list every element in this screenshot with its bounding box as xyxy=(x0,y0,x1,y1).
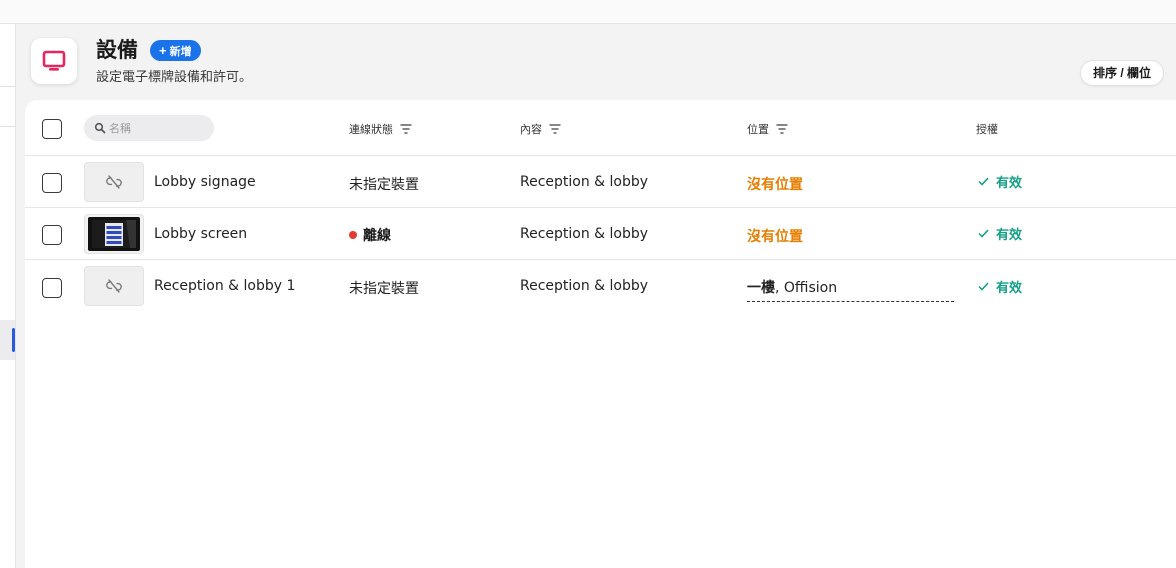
check-icon xyxy=(978,177,989,186)
license-label: 有效 xyxy=(996,281,1023,296)
location-value[interactable]: 沒有位置 xyxy=(747,174,803,194)
connection-status: 未指定裝置 xyxy=(349,177,419,193)
column-content[interactable]: 內容 xyxy=(520,121,561,137)
license-status: 有效 xyxy=(978,277,1022,296)
license-label: 有效 xyxy=(996,176,1023,191)
device-name[interactable]: Lobby signage xyxy=(154,174,256,190)
plus-icon: + xyxy=(159,43,167,58)
table-row[interactable]: Lobby signage 未指定裝置 Reception & lobby 沒有… xyxy=(25,156,1176,208)
table-row[interactable]: Lobby screen 離線 Reception & lobby 沒有位置 有… xyxy=(25,208,1176,260)
connection-status: 離線 xyxy=(349,225,391,245)
column-license: 授權 xyxy=(976,121,998,137)
connection-status-label: 離線 xyxy=(363,228,391,244)
screen-thumbnail xyxy=(84,214,144,254)
column-license-label: 授權 xyxy=(976,123,998,136)
monitor-icon xyxy=(31,38,77,84)
unlinked-icon xyxy=(84,162,144,202)
content-name[interactable]: Reception & lobby xyxy=(520,174,648,190)
column-location-label: 位置 xyxy=(747,123,769,136)
check-icon xyxy=(978,229,989,238)
sidebar-item-active[interactable] xyxy=(0,320,15,360)
row-checkbox[interactable] xyxy=(42,225,62,245)
connection-status: 未指定裝置 xyxy=(349,281,419,297)
check-icon xyxy=(978,282,989,291)
top-bar xyxy=(0,0,1176,24)
location-value[interactable]: 沒有位置 xyxy=(747,226,803,246)
location-value[interactable]: 一樓, Offision xyxy=(747,277,954,302)
row-checkbox[interactable] xyxy=(42,278,62,298)
select-all-checkbox[interactable] xyxy=(42,119,62,139)
table-row[interactable]: Reception & lobby 1 未指定裝置 Reception & lo… xyxy=(25,260,1176,312)
add-label: 新增 xyxy=(169,46,192,58)
device-name[interactable]: Lobby screen xyxy=(154,226,247,242)
content-name[interactable]: Reception & lobby xyxy=(520,226,648,242)
sidebar-divider xyxy=(0,86,15,87)
filter-icon[interactable] xyxy=(776,124,788,134)
filter-icon[interactable] xyxy=(549,124,561,134)
sort-columns-button[interactable]: 排序 / 欄位 xyxy=(1080,60,1165,86)
devices-table: 連線狀態 內容 位置 授權 xyxy=(25,100,1176,568)
sidebar-divider xyxy=(0,126,15,127)
location-site: , Offision xyxy=(775,280,838,296)
content-name[interactable]: Reception & lobby xyxy=(520,278,648,294)
license-status: 有效 xyxy=(978,224,1022,243)
location-floor: 一樓 xyxy=(747,280,775,296)
column-connection[interactable]: 連線狀態 xyxy=(349,121,412,137)
filter-icon[interactable] xyxy=(400,124,412,134)
column-location[interactable]: 位置 xyxy=(747,121,788,137)
page-subtitle: 設定電子標牌設備和許可。 xyxy=(96,70,253,85)
column-connection-label: 連線狀態 xyxy=(349,123,393,136)
page-title: 設備 xyxy=(96,38,138,62)
sidebar xyxy=(0,24,16,568)
row-checkbox[interactable] xyxy=(42,173,62,193)
table-header: 連線狀態 內容 位置 授權 xyxy=(25,100,1176,156)
search-icon xyxy=(94,122,106,134)
unlinked-icon xyxy=(84,266,144,306)
offline-dot-icon xyxy=(349,231,357,239)
add-device-button[interactable]: + 新增 xyxy=(150,40,201,61)
column-content-label: 內容 xyxy=(520,123,542,136)
device-name[interactable]: Reception & lobby 1 xyxy=(154,278,295,294)
license-status: 有效 xyxy=(978,172,1022,191)
license-label: 有效 xyxy=(996,228,1023,243)
